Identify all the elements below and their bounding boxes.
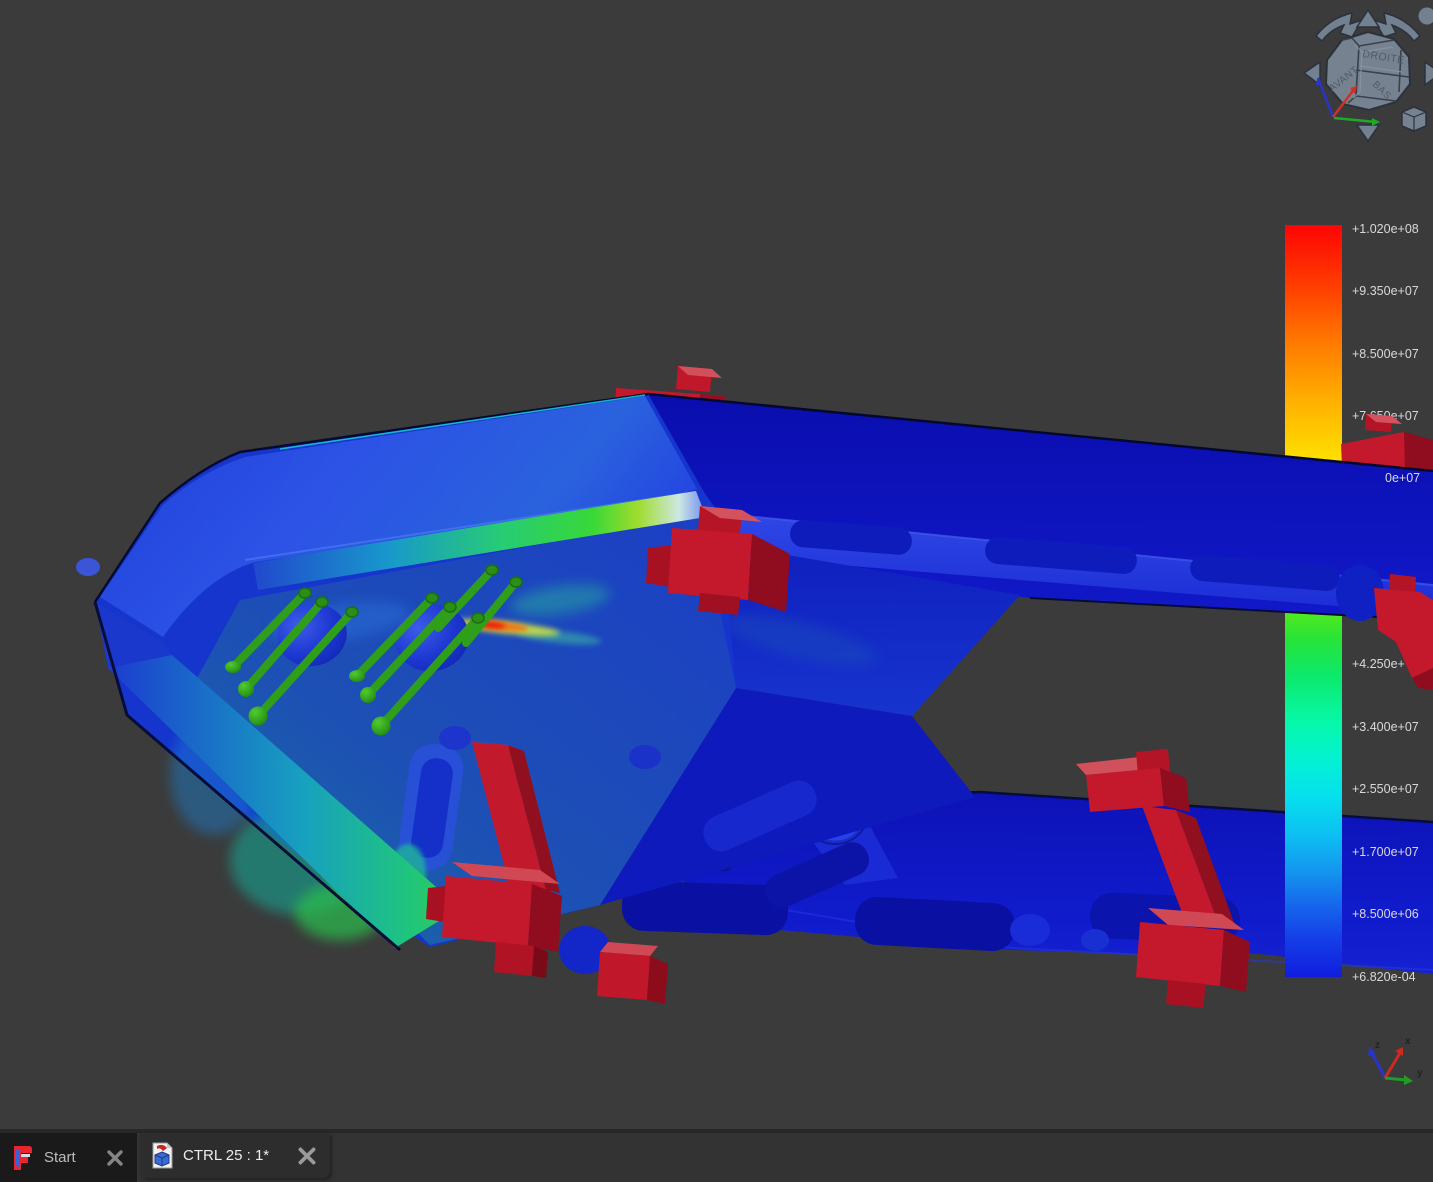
cube-right-arrow-icon[interactable]	[1425, 62, 1433, 85]
tab-start-label: Start	[44, 1149, 76, 1166]
legend-label-fragment: 0e+07	[1385, 471, 1420, 485]
tab-start-close-icon[interactable]	[105, 1148, 125, 1168]
navigation-cube[interactable]: AVANT DROITE BAS	[1304, 8, 1433, 142]
axis-y-label: y	[1417, 1068, 1423, 1079]
legend-label: +4.250e+	[1352, 657, 1405, 671]
legend-label: +3.400e+07	[1352, 720, 1419, 734]
cube-up-arrow-icon[interactable]	[1357, 10, 1379, 27]
tab-document-ctrl-25[interactable]: CTRL 25 : 1*	[140, 1133, 330, 1178]
iso-view-cube-icon[interactable]	[1402, 107, 1426, 131]
document-tab-bar: Start CTRL 25 : 1*	[0, 1129, 1433, 1182]
legend-label: +6.820e-04	[1352, 970, 1416, 984]
legend-label: +9.350e+07	[1352, 284, 1419, 298]
legend-label: +1.700e+07	[1352, 845, 1419, 859]
cube-top-right-button[interactable]	[1419, 8, 1433, 25]
legend-label: +1.020e+08	[1352, 222, 1419, 236]
fem-document-icon	[152, 1142, 173, 1169]
axis-triad: z x y	[1368, 1036, 1423, 1085]
axis-x-label: x	[1405, 1036, 1411, 1047]
legend-label: +8.500e+07	[1352, 347, 1419, 361]
tab-document-label: CTRL 25 : 1*	[183, 1147, 269, 1164]
fea-scene: +1.020e+08 +9.350e+07 +8.500e+07 +7.650e…	[0, 0, 1433, 1129]
cube-down-arrow-icon[interactable]	[1357, 125, 1379, 141]
3d-viewport[interactable]: +1.020e+08 +9.350e+07 +8.500e+07 +7.650e…	[0, 0, 1433, 1129]
constraint-block-bottom-small	[559, 926, 668, 1004]
legend-label: +8.500e+06	[1352, 907, 1419, 921]
tab-start[interactable]: Start	[0, 1133, 137, 1182]
legend-label: +2.550e+07	[1352, 782, 1419, 796]
tab-document-close-icon[interactable]	[296, 1145, 318, 1167]
axis-z-label: z	[1375, 1040, 1380, 1051]
freecad-logo-icon	[12, 1145, 34, 1171]
